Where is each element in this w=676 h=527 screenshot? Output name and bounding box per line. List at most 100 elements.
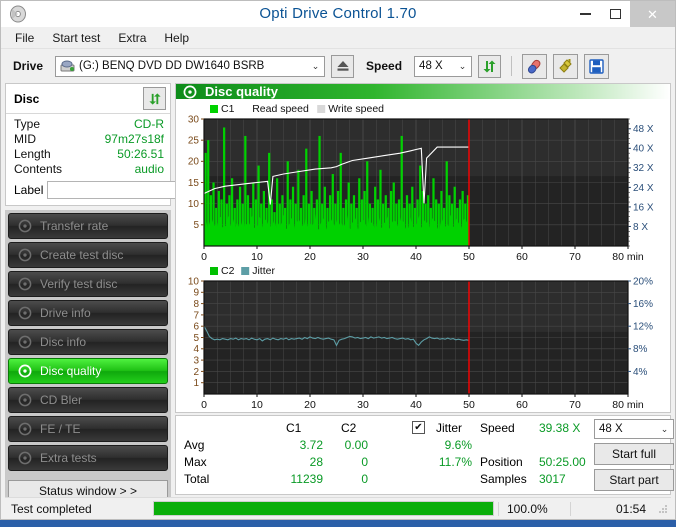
save-button[interactable]: [584, 54, 609, 79]
close-button[interactable]: ✕: [630, 1, 675, 27]
x-tick-label: 60: [516, 251, 528, 263]
menu-item-extra[interactable]: Extra: [118, 31, 146, 45]
sidebar-item-label: FE / TE: [40, 422, 80, 436]
y-tick-label: 3: [193, 356, 199, 367]
y2-tick-label: 4%: [633, 367, 648, 378]
left-column: Disc Type CD-R MID 97m2: [5, 83, 171, 495]
x-tick-label: 20: [304, 251, 316, 263]
disc-row-type: Type CD-R: [14, 117, 164, 132]
x-tick-label: 50: [463, 251, 475, 263]
stats-row-total-label: Total: [184, 472, 209, 486]
legend-label: Write speed: [328, 103, 384, 115]
menu-item-file[interactable]: File: [15, 31, 34, 45]
x-tick-label: 50: [463, 399, 475, 411]
refresh-button[interactable]: [478, 55, 501, 78]
x-tick-label: 70: [569, 399, 581, 411]
sidebar-item-fe-te[interactable]: FE / TE: [8, 416, 168, 442]
test-speed-value: 48 X: [599, 423, 623, 435]
stats-col-c2: C2: [341, 421, 356, 435]
y-tick-label: 10: [188, 276, 200, 287]
minimize-button[interactable]: [570, 1, 600, 27]
disc-row-key: Type: [14, 117, 40, 132]
chart-2[interactable]: C2Jitter123456789104%8%12%16%20%01020304…: [188, 265, 653, 411]
drive-label: Drive: [13, 59, 43, 73]
disc-refresh-button[interactable]: [143, 87, 166, 110]
y-tick-label: 25: [188, 136, 200, 147]
main-body: Disc Type CD-R MID 97m2: [1, 83, 675, 495]
speed-stat-label: Speed: [480, 421, 515, 435]
sidebar-item-label: Verify test disc: [40, 277, 117, 291]
disc-icon: [18, 306, 32, 320]
speed-select[interactable]: 48 X ⌄: [414, 56, 472, 77]
test-speed-select[interactable]: 48 X ⌄: [594, 419, 674, 439]
x-tick-label: 0: [201, 399, 207, 411]
disc-row-length: Length 50:26.51: [14, 147, 164, 162]
start-part-button[interactable]: Start part: [594, 469, 674, 491]
sidebar-item-transfer-rate[interactable]: Transfer rate: [8, 213, 168, 239]
stats-total-c1: 11239: [271, 472, 323, 486]
maximize-icon: [610, 9, 621, 19]
pills-button[interactable]: [522, 54, 547, 79]
x-tick-label: 70: [569, 251, 581, 263]
chart-1[interactable]: C1Read speedWrite speed510152025308 X16 …: [188, 103, 654, 263]
sidebar-item-label: Extra tests: [40, 451, 97, 465]
speed-stat-value: 39.38 X: [539, 421, 580, 435]
stats-max-c2: 0: [326, 455, 368, 469]
progress-bar: [153, 501, 494, 516]
disc-icon: [18, 219, 32, 233]
disc-row-key: Length: [14, 147, 51, 162]
eject-icon: [336, 60, 350, 72]
status-bar: Test completed 100.0% 01:54: [5, 497, 671, 519]
sidebar-item-disc-quality[interactable]: Disc quality: [8, 358, 168, 384]
disc-row-contents: Contents audio: [14, 162, 164, 177]
jitter-checkbox[interactable]: ✔: [412, 421, 425, 434]
sidebar-item-drive-info[interactable]: Drive info: [8, 300, 168, 326]
stats-row-avg-label: Avg: [184, 438, 204, 452]
stats-col-c1: C1: [286, 421, 301, 435]
x-tick-label: 80 min: [612, 399, 644, 411]
stats-panel: C1 C2 ✔ Jitter Avg 3.72 0.00 9.6% Max 28…: [175, 415, 671, 495]
disc-icon: [18, 277, 32, 291]
disc-icon: [18, 364, 32, 378]
quality-charts[interactable]: C1Read speedWrite speed510152025308 X16 …: [176, 99, 670, 416]
maximize-button[interactable]: [600, 1, 630, 27]
sidebar-item-disc-info[interactable]: Disc info: [8, 329, 168, 355]
title-bar: Opti Drive Control 1.70 ✕: [1, 1, 675, 27]
disc-icon: [18, 335, 32, 349]
resize-grip-icon[interactable]: [658, 504, 668, 514]
refresh-icon: [148, 92, 162, 106]
y2-tick-label: 40 X: [633, 144, 654, 155]
window-controls: ✕: [570, 1, 675, 27]
sidebar-item-label: Transfer rate: [40, 219, 108, 233]
charts-area: C1Read speedWrite speed510152025308 X16 …: [176, 99, 670, 419]
sidebar-item-verify-test-disc[interactable]: Verify test disc: [8, 271, 168, 297]
minimize-icon: [580, 13, 591, 15]
sidebar-item-extra-tests[interactable]: Extra tests: [8, 445, 168, 471]
drive-icon: [60, 60, 75, 73]
disc-icon: [18, 451, 32, 465]
y2-tick-label: 12%: [633, 322, 653, 333]
disc-info-panel: Disc Type CD-R MID 97m2: [5, 83, 171, 206]
start-full-button[interactable]: Start full: [594, 443, 674, 465]
sidebar-item-create-test-disc[interactable]: Create test disc: [8, 242, 168, 268]
panel-title: Disc quality: [205, 84, 278, 99]
drive-select[interactable]: (G:) BENQ DVD DD DW1640 BSRB ⌄: [55, 56, 325, 77]
x-tick-label: 40: [410, 399, 422, 411]
app-window: Opti Drive Control 1.70 ✕ File Start tes…: [0, 0, 676, 520]
elapsed-time: 01:54: [570, 502, 658, 516]
eject-button[interactable]: [331, 55, 354, 78]
menu-item-help[interactable]: Help: [164, 31, 189, 45]
menu-item-start-test[interactable]: Start test: [52, 31, 100, 45]
x-tick-label: 10: [251, 399, 263, 411]
x-tick-label: 10: [251, 251, 263, 263]
stats-col-jitter: Jitter: [436, 421, 462, 435]
sidebar-item-cd-bler[interactable]: CD Bler: [8, 387, 168, 413]
pills-icon: [526, 58, 543, 75]
sidebar-item-label: Drive info: [40, 306, 91, 320]
right-column: Disc quality C1Read speedWrite speed5101…: [175, 83, 671, 495]
disc-row-value: CD-R: [134, 117, 164, 132]
plug-button[interactable]: [553, 54, 578, 79]
stats-avg-c2: 0.00: [326, 438, 368, 452]
x-tick-label: 20: [304, 399, 316, 411]
y-tick-label: 4: [193, 344, 199, 355]
